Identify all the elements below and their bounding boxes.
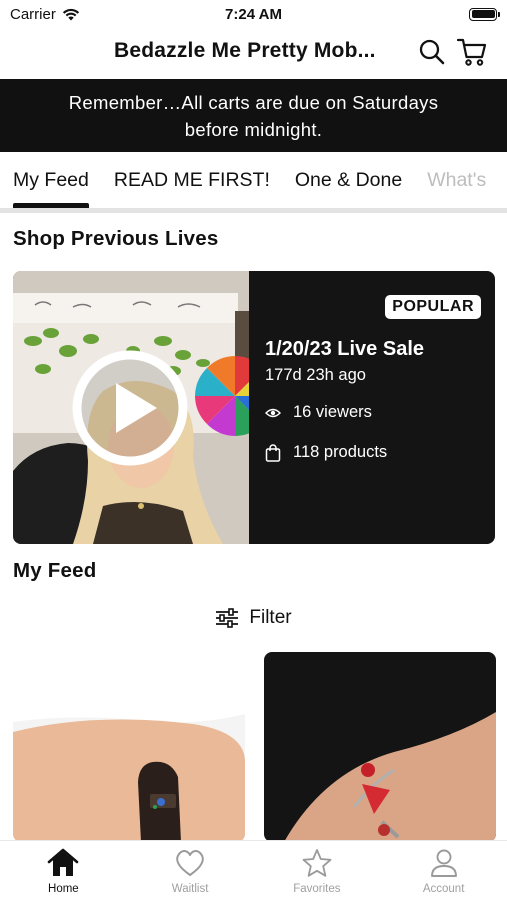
shopping-bag-icon bbox=[265, 443, 281, 462]
product-card[interactable] bbox=[264, 652, 496, 842]
search-icon bbox=[419, 39, 445, 65]
category-tabs: My Feed READ ME FIRST! One & Done What's bbox=[0, 152, 507, 208]
products-row: 118 products bbox=[265, 443, 387, 462]
star-icon bbox=[302, 849, 332, 877]
live-sale-card[interactable]: POPULAR 1/20/23 Live Sale 177d 23h ago 1… bbox=[13, 271, 495, 544]
cart-button[interactable] bbox=[456, 36, 488, 68]
product-image bbox=[264, 652, 496, 842]
nav-home-label: Home bbox=[48, 883, 79, 895]
eye-icon bbox=[265, 408, 281, 417]
nav-waitlist[interactable]: Waitlist bbox=[127, 841, 254, 900]
nav-favorites-label: Favorites bbox=[293, 883, 341, 895]
live-sale-title: 1/20/23 Live Sale bbox=[265, 338, 425, 360]
products-count: 118 products bbox=[293, 443, 388, 461]
app-header: Bedazzle Me Pretty Mob... bbox=[0, 28, 507, 78]
viewers-count: 16 viewers bbox=[293, 403, 372, 421]
tabs-divider bbox=[0, 208, 507, 213]
nav-account-label: Account bbox=[422, 883, 465, 895]
announcement-banner: Remember…All carts are due on Saturdays … bbox=[0, 79, 507, 152]
status-bar: Carrier 7:24 AM bbox=[0, 0, 507, 28]
section-title-my-feed: My Feed bbox=[13, 559, 97, 582]
section-title-previous-lives: Shop Previous Lives bbox=[13, 227, 219, 250]
carrier-label: Carrier bbox=[10, 5, 56, 23]
nav-account[interactable]: Account bbox=[380, 841, 507, 900]
nav-waitlist-label: Waitlist bbox=[171, 883, 209, 895]
tab-my-feed[interactable]: My Feed bbox=[0, 152, 89, 208]
filter-label: Filter bbox=[249, 607, 292, 628]
nav-home[interactable]: Home bbox=[0, 841, 127, 900]
filter-button[interactable]: Filter bbox=[0, 603, 507, 633]
search-button[interactable] bbox=[416, 36, 448, 68]
play-icon[interactable] bbox=[69, 347, 191, 469]
live-sale-age: 177d 23h ago bbox=[265, 366, 366, 384]
store-title: Bedazzle Me Pretty Mob... bbox=[114, 39, 376, 62]
battery-icon bbox=[469, 7, 500, 21]
bottom-nav: Home Waitlist Favorites Account bbox=[0, 840, 507, 900]
tab-read-me-first[interactable]: READ ME FIRST! bbox=[101, 152, 270, 208]
product-card[interactable] bbox=[13, 652, 245, 842]
announcement-text: Remember…All carts are due on Saturdays … bbox=[68, 91, 439, 140]
sliders-icon bbox=[216, 608, 239, 628]
nav-favorites[interactable]: Favorites bbox=[254, 841, 381, 900]
tab-one-and-done[interactable]: One & Done bbox=[282, 152, 402, 208]
cart-icon bbox=[456, 38, 487, 66]
status-left: Carrier bbox=[10, 6, 80, 23]
viewers-row: 16 viewers bbox=[265, 403, 372, 422]
tab-whats-new[interactable]: What's bbox=[414, 152, 486, 208]
product-image bbox=[13, 652, 245, 842]
wifi-icon bbox=[62, 8, 79, 20]
person-icon bbox=[430, 849, 457, 877]
popular-badge: POPULAR bbox=[385, 295, 481, 319]
live-thumbnail[interactable] bbox=[13, 271, 249, 544]
heart-icon bbox=[176, 850, 204, 876]
home-icon bbox=[48, 848, 79, 876]
live-info-panel: POPULAR 1/20/23 Live Sale 177d 23h ago 1… bbox=[249, 271, 495, 544]
